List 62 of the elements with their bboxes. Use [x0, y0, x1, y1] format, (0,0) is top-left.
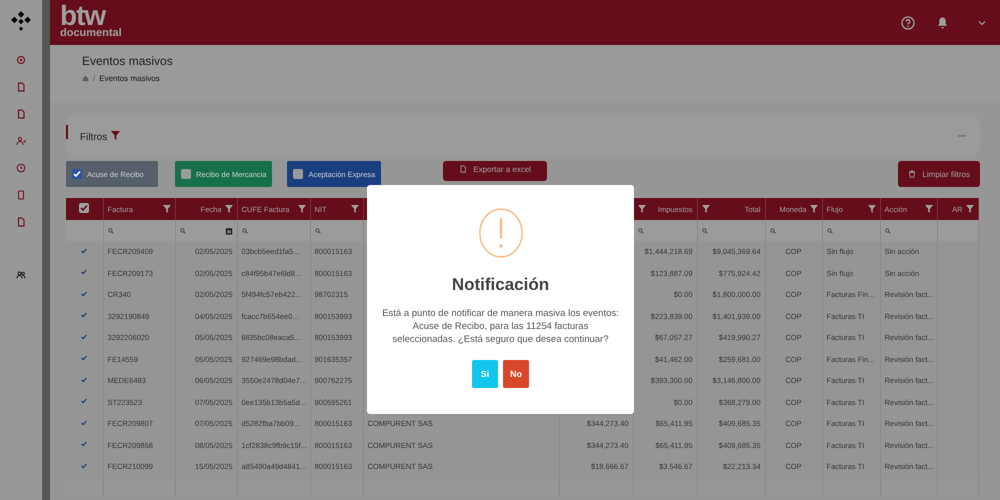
row-check-icon[interactable] — [80, 376, 88, 384]
phone-icon[interactable] — [16, 190, 26, 200]
search-icon[interactable] — [242, 228, 248, 234]
clear-filters-button[interactable]: Limpiar filtros — [898, 161, 980, 187]
row-check-icon[interactable] — [80, 397, 88, 406]
row-check-icon[interactable] — [80, 332, 88, 341]
select-all-checkbox[interactable] — [79, 203, 90, 213]
dialog-title: Notificación — [452, 275, 550, 295]
export-excel-button[interactable]: Exportar a excel — [443, 161, 548, 181]
user-icon[interactable] — [16, 136, 26, 146]
logo-icon[interactable] — [10, 10, 32, 32]
row-check-icon[interactable] — [80, 268, 88, 276]
collapse-button[interactable]: — — [958, 130, 966, 140]
filter-icon[interactable] — [162, 205, 170, 213]
filter-icon[interactable] — [966, 205, 974, 213]
search-icon[interactable] — [702, 228, 708, 234]
document-icon[interactable] — [16, 217, 26, 227]
logo-subtitle: documental — [60, 28, 122, 39]
row-check-icon[interactable] — [80, 418, 88, 427]
breadcrumb-separator: / — [93, 74, 96, 83]
filter-icon[interactable] — [638, 205, 646, 213]
filter-icon[interactable] — [868, 205, 876, 213]
settings-icon[interactable] — [16, 55, 26, 65]
search-icon[interactable] — [884, 228, 890, 234]
row-check-icon[interactable] — [80, 246, 88, 255]
calendar-icon[interactable] — [224, 226, 232, 234]
row-check-icon[interactable] — [80, 311, 88, 320]
checkbox[interactable] — [72, 169, 82, 179]
search-icon[interactable] — [180, 228, 186, 234]
users-icon[interactable] — [16, 270, 26, 280]
row-check-icon[interactable] — [80, 462, 88, 470]
row-check-icon[interactable] — [80, 290, 88, 298]
cancel-button[interactable]: No — [503, 360, 529, 388]
clock-icon[interactable] — [16, 163, 26, 173]
filter-icon[interactable] — [350, 205, 358, 213]
trash-icon — [908, 170, 916, 178]
filter-icon[interactable] — [924, 205, 932, 213]
dialog-message: Está a punto de notificar de manera masiva los eventos: Acuse de Recibo, para las 11254 facturas seleccionadas. ¿Está seguro que desea continuar? — [381, 307, 620, 346]
chevron-down-icon[interactable] — [978, 20, 986, 26]
help-icon[interactable] — [901, 16, 915, 30]
filter-icon[interactable] — [810, 205, 818, 213]
search-icon[interactable] — [314, 228, 320, 234]
row-check-icon[interactable] — [80, 354, 88, 362]
search-icon[interactable] — [826, 228, 832, 234]
page-title: Eventos masivos — [82, 54, 174, 68]
breadcrumb-item[interactable]: Eventos masivos — [99, 74, 160, 83]
checkbox[interactable] — [181, 169, 191, 179]
row-check-icon[interactable] — [80, 440, 88, 448]
filter-icon[interactable] — [224, 205, 232, 213]
filters-title: Filtros — [80, 132, 108, 142]
filter-icon[interactable] — [702, 205, 710, 213]
search-icon[interactable] — [770, 228, 776, 234]
search-icon[interactable] — [638, 228, 644, 234]
document-icon — [459, 165, 468, 173]
search-icon[interactable] — [108, 228, 114, 234]
filter-icon[interactable] — [111, 130, 120, 140]
document-icon[interactable] — [16, 82, 26, 92]
logo-text: btw — [60, 2, 106, 30]
filter-icon[interactable] — [298, 205, 306, 213]
bell-icon[interactable] — [937, 16, 948, 29]
document-icon[interactable] — [16, 109, 26, 119]
checkbox[interactable] — [293, 169, 304, 179]
